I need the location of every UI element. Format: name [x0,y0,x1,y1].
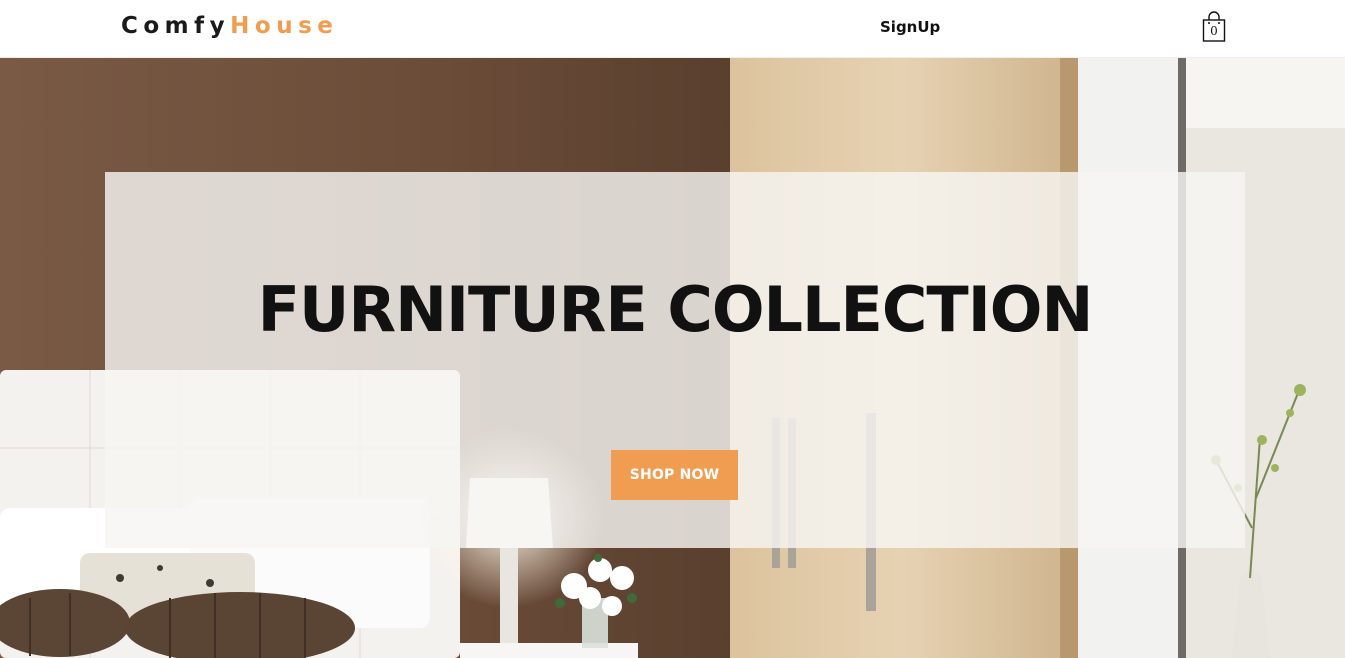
logo-text-comfy: Comfy [121,13,231,39]
logo-text-house: House [230,13,339,39]
navbar: ComfyHouse SignUp 0 [0,0,1345,58]
hero-banner: FURNITURE COLLECTION SHOP NOW [105,172,1245,548]
hero-section: FURNITURE COLLECTION SHOP NOW [0,58,1345,658]
cart-button[interactable]: 0 [1200,10,1228,44]
shop-now-button[interactable]: SHOP NOW [611,450,738,500]
hero-title: FURNITURE COLLECTION [257,273,1094,346]
logo[interactable]: ComfyHouse [121,12,338,40]
cart-count-badge: 0 [1210,24,1218,38]
signup-link[interactable]: SignUp [880,17,940,37]
